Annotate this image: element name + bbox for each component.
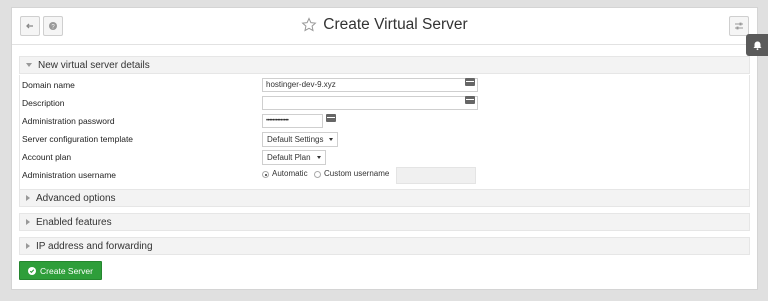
row-template: Server configuration template Default Se… [20,131,749,149]
row-plan: Account plan Default Plan [20,149,749,167]
section-advanced-options[interactable]: Advanced options [19,189,750,207]
bell-icon [753,41,761,50]
template-value: Default Settings [267,135,324,144]
field-menu-icon[interactable] [326,114,336,122]
row-description: Description [20,95,749,113]
check-circle-icon [28,266,37,275]
page-title: Create Virtual Server [323,16,468,33]
description-input[interactable] [262,96,478,110]
radio-custom-label: Custom username [324,169,390,178]
settings-sliders-icon [735,22,743,30]
section-title: IP address and forwarding [36,240,153,252]
section-title: New virtual server details [38,59,150,71]
radio-automatic-label: Automatic [272,169,308,178]
section-enabled-features[interactable]: Enabled features [19,213,750,231]
chevron-right-icon [26,219,30,225]
caret-down-icon [316,156,321,159]
description-label: Description [22,98,65,108]
domain-label: Domain name [22,80,75,90]
row-password: Administration password •••••••••••••• [20,113,749,131]
row-domain: Domain name hostinger-dev-9.xyz [20,77,749,95]
password-label: Administration password [22,116,115,126]
field-menu-icon[interactable] [465,96,475,104]
caret-down-icon [329,138,334,141]
row-username: Administration username Automatic Custom… [20,167,749,185]
template-label: Server configuration template [22,134,134,144]
title-area: Create Virtual Server [12,16,757,34]
section-new-server-details[interactable]: New virtual server details [19,56,750,74]
section-title: Advanced options [36,192,116,204]
chevron-right-icon [26,195,30,201]
details-form: Domain name hostinger-dev-9.xyz Descript… [19,75,750,194]
notifications-tab[interactable] [746,34,768,56]
chevron-right-icon [26,243,30,249]
chevron-down-icon [26,63,32,67]
plan-select[interactable]: Default Plan [262,150,326,165]
star-icon[interactable] [301,17,317,33]
custom-username-input[interactable] [396,167,476,184]
section-ip-forwarding[interactable]: IP address and forwarding [19,237,750,255]
radio-custom[interactable] [314,171,321,178]
template-select[interactable]: Default Settings [262,132,339,147]
plan-label: Account plan [22,152,72,162]
create-server-button[interactable]: Create Server [19,261,102,280]
create-server-panel: ? Create Virtual Server New virtual serv… [11,7,758,290]
create-button-label: Create Server [40,265,93,276]
username-label: Administration username [22,170,117,180]
section-title: Enabled features [36,216,112,228]
plan-value: Default Plan [267,153,311,162]
settings-button[interactable] [729,16,749,36]
password-input[interactable]: •••••••••••••• [262,114,323,128]
page-header: ? Create Virtual Server [12,8,757,45]
radio-automatic[interactable] [262,171,269,178]
domain-input[interactable]: hostinger-dev-9.xyz [262,78,478,92]
field-menu-icon[interactable] [465,78,475,86]
